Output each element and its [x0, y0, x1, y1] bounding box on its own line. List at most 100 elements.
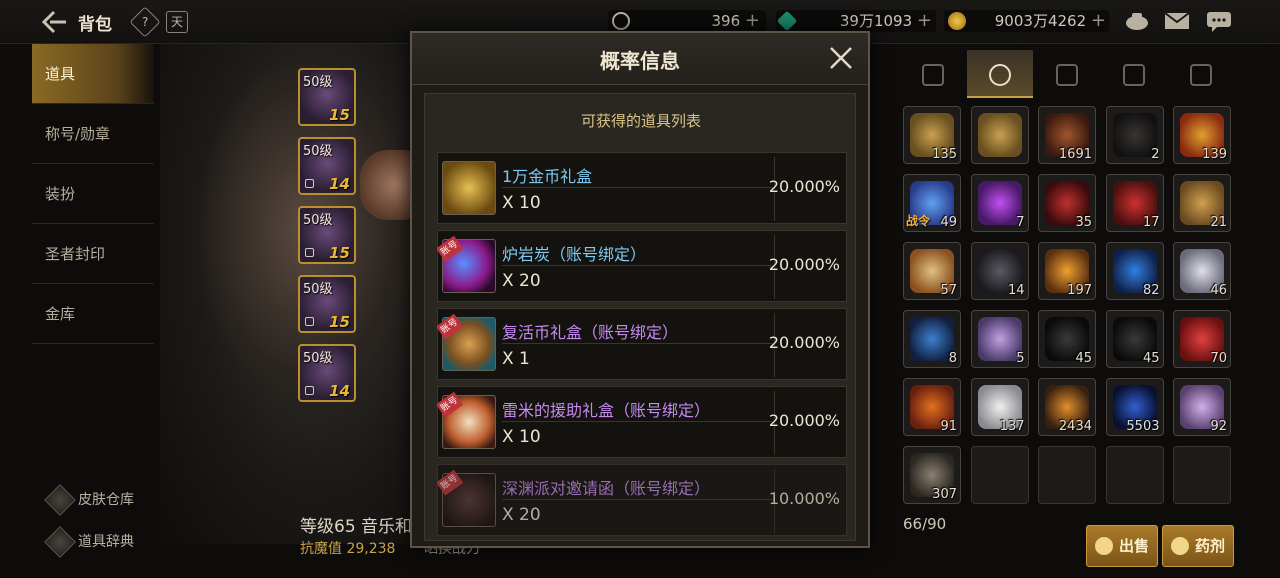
- dictionary-icon: [44, 526, 76, 558]
- inventory-item[interactable]: 82: [1105, 242, 1164, 300]
- sell-button[interactable]: 出售: [1086, 525, 1158, 567]
- equip-slot[interactable]: 50级 14: [298, 344, 356, 402]
- item-tag: 战令: [906, 214, 931, 228]
- mail-icon[interactable]: [1164, 10, 1190, 32]
- inventory-slot-empty[interactable]: [1105, 446, 1164, 504]
- lock-icon: [305, 179, 314, 188]
- item-thumbnail-icon: [977, 317, 1022, 361]
- tab-materials[interactable]: [1034, 50, 1100, 98]
- back-arrow-icon[interactable]: [40, 8, 68, 36]
- character-name: 等级65 音乐和: [300, 517, 413, 537]
- inventory-item[interactable]: 5: [970, 310, 1029, 368]
- skin-storage-icon: [44, 484, 76, 516]
- currency-c-value: 396: [711, 12, 741, 30]
- coins-icon: [1095, 537, 1113, 555]
- equip-slot[interactable]: 50级 14: [298, 137, 356, 195]
- help-icon[interactable]: ?: [129, 6, 161, 38]
- item-count: 14: [1007, 283, 1025, 298]
- reward-row: 账号 复活币礼盒（账号绑定） X 1 20.000%: [437, 308, 847, 380]
- lava-coal-icon: 账号: [437, 235, 496, 293]
- inventory-item[interactable]: 2: [1105, 106, 1164, 164]
- materials-icon: [1056, 64, 1078, 86]
- item-count: 57: [940, 283, 957, 298]
- item-count: 17: [1142, 215, 1160, 230]
- inventory-item[interactable]: 307: [903, 446, 961, 504]
- item-dictionary-link[interactable]: 道具辞典: [44, 526, 134, 558]
- inventory-item[interactable]: [970, 106, 1029, 164]
- inventory-slot-empty[interactable]: [970, 446, 1029, 504]
- menu-item-vault[interactable]: 金库: [32, 284, 154, 344]
- inventory-item[interactable]: 45: [1038, 310, 1096, 368]
- tab-equipment[interactable]: [900, 50, 966, 98]
- equip-slot[interactable]: 50级 15: [298, 206, 356, 264]
- close-icon[interactable]: [828, 45, 854, 71]
- inventory-slot-empty[interactable]: [1038, 446, 1096, 504]
- inventory-item[interactable]: 197: [1038, 242, 1096, 300]
- item-count: 21: [1210, 215, 1227, 230]
- character-stat: 抗魔值 29,238: [300, 541, 396, 557]
- menu-item-titles[interactable]: 称号/勋章: [32, 104, 154, 164]
- inventory-item[interactable]: 5503: [1105, 378, 1164, 436]
- item-count: 5: [1016, 351, 1025, 366]
- menu-item-costume[interactable]: 装扮: [32, 164, 154, 224]
- inventory-item[interactable]: 70: [1173, 310, 1231, 368]
- equip-slot[interactable]: 50级 15: [298, 68, 356, 126]
- inventory-item[interactable]: 35: [1038, 174, 1096, 232]
- lock-icon: [305, 386, 314, 395]
- inventory-item[interactable]: 14: [970, 242, 1029, 300]
- add-c-coin-button[interactable]: +: [745, 10, 760, 31]
- probability-dialog: 概率信息 可获得的道具列表 1万金币礼盒 X 10 20.000% 账号 炉岩炭…: [410, 31, 870, 548]
- inventory-item[interactable]: 137: [970, 378, 1029, 436]
- inventory-tabs: [900, 44, 1236, 98]
- potion-icon: [1171, 537, 1189, 555]
- dialog-header: 概率信息: [412, 33, 868, 85]
- inventory-item[interactable]: 21: [1173, 174, 1231, 232]
- inventory-item[interactable]: 135: [903, 106, 961, 164]
- tab-special[interactable]: [1168, 50, 1234, 98]
- pot-icon[interactable]: [1124, 10, 1150, 32]
- item-count: 5503: [1126, 419, 1160, 434]
- inventory-item[interactable]: 2434: [1038, 378, 1096, 436]
- item-count: 2434: [1058, 419, 1092, 434]
- reward-list[interactable]: 1万金币礼盒 X 10 20.000% 账号 炉岩炭（账号绑定） X 20 20…: [437, 152, 847, 540]
- inventory-item[interactable]: 57: [903, 242, 961, 300]
- reward-row: 1万金币礼盒 X 10 20.000%: [437, 152, 847, 224]
- skin-storage-link[interactable]: 皮肤仓库: [44, 484, 134, 516]
- calendar-icon[interactable]: 天: [166, 11, 188, 33]
- currency-gold-value: 9003万4262: [994, 12, 1087, 30]
- add-gold-button[interactable]: +: [1091, 10, 1106, 31]
- tab-cards[interactable]: [1101, 50, 1167, 98]
- item-count: 1691: [1058, 147, 1092, 162]
- item-thumbnail-icon: [977, 181, 1022, 225]
- inventory-item[interactable]: 45: [1105, 310, 1164, 368]
- add-gem-button[interactable]: +: [917, 10, 932, 31]
- inventory-item[interactable]: 7: [970, 174, 1029, 232]
- item-count: 35: [1075, 215, 1092, 230]
- inventory-item[interactable]: 17: [1105, 174, 1164, 232]
- dialog-body: 可获得的道具列表 1万金币礼盒 X 10 20.000% 账号 炉岩炭（账号绑定…: [424, 93, 856, 541]
- inventory-item[interactable]: 139: [1173, 106, 1231, 164]
- inventory-item[interactable]: 1691: [1038, 106, 1096, 164]
- chat-icon[interactable]: [1206, 10, 1232, 32]
- menu-item-seal[interactable]: 圣者封印: [32, 224, 154, 284]
- inventory-item[interactable]: 91: [903, 378, 961, 436]
- item-count: 2: [1151, 147, 1160, 162]
- inventory-slot-empty[interactable]: [1173, 446, 1231, 504]
- reward-row: 账号 雷米的援助礼盒（账号绑定） X 10 20.000%: [437, 386, 847, 458]
- tab-consumables[interactable]: [967, 50, 1033, 98]
- reward-row: 账号 炉岩炭（账号绑定） X 20 20.000%: [437, 230, 847, 302]
- category-menu: 道具 称号/勋章 装扮 圣者封印 金库: [32, 44, 154, 344]
- gold-coin-icon: [948, 12, 966, 30]
- potion-button[interactable]: 药剂: [1162, 525, 1234, 567]
- inventory-capacity: 66/90: [903, 515, 947, 533]
- equip-slot[interactable]: 50级 15: [298, 275, 356, 333]
- item-count: 70: [1210, 351, 1227, 366]
- inventory-item[interactable]: 46: [1173, 242, 1231, 300]
- item-count: 8: [948, 351, 957, 366]
- inventory-item[interactable]: 92: [1173, 378, 1231, 436]
- item-count: 82: [1142, 283, 1160, 298]
- lock-icon: [305, 248, 314, 257]
- inventory-item[interactable]: 8: [903, 310, 961, 368]
- inventory-item[interactable]: 战令 49: [903, 174, 961, 232]
- menu-item-items[interactable]: 道具: [32, 44, 154, 104]
